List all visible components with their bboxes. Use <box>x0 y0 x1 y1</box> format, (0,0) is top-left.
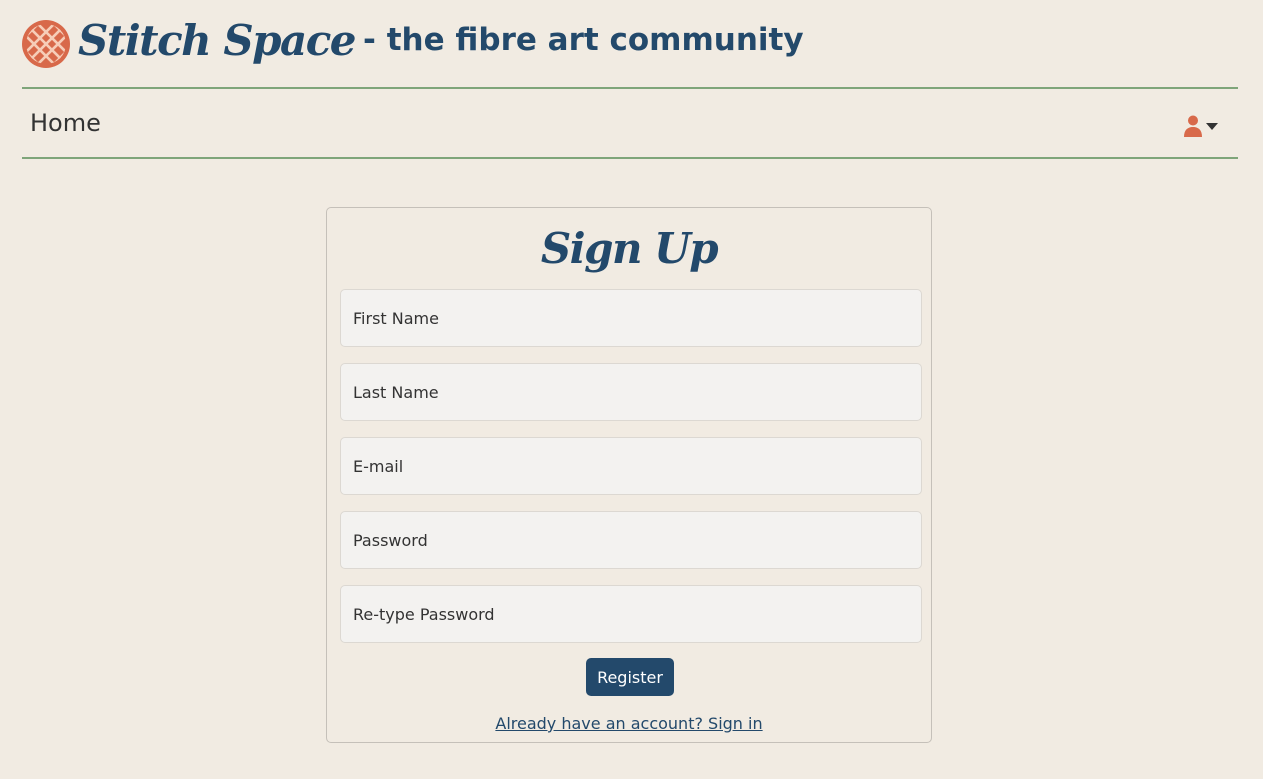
site-tagline: - the fibre art community <box>363 22 804 58</box>
register-button[interactable]: Register <box>586 658 674 696</box>
user-menu-dropdown[interactable] <box>1184 114 1218 138</box>
user-icon <box>1184 115 1202 137</box>
retype-password-field[interactable] <box>340 585 922 643</box>
sign-in-link[interactable]: Already have an account? Sign in <box>327 714 931 734</box>
last-name-field[interactable] <box>340 363 922 421</box>
email-field[interactable] <box>340 437 922 495</box>
password-field[interactable] <box>340 511 922 569</box>
signup-title: Sign Up <box>540 224 719 273</box>
first-name-field[interactable] <box>340 289 922 347</box>
caret-down-icon <box>1206 122 1218 130</box>
nav-link-home[interactable]: Home <box>30 107 101 139</box>
main-navbar: Home <box>22 87 1238 159</box>
cross-stitch-logo-icon[interactable] <box>22 20 70 68</box>
site-header: Stitch Space - the fibre art community <box>22 14 804 74</box>
brand-name[interactable]: Stitch Space <box>78 11 357 71</box>
signup-card: Sign Up Register Already have an account… <box>326 207 932 743</box>
